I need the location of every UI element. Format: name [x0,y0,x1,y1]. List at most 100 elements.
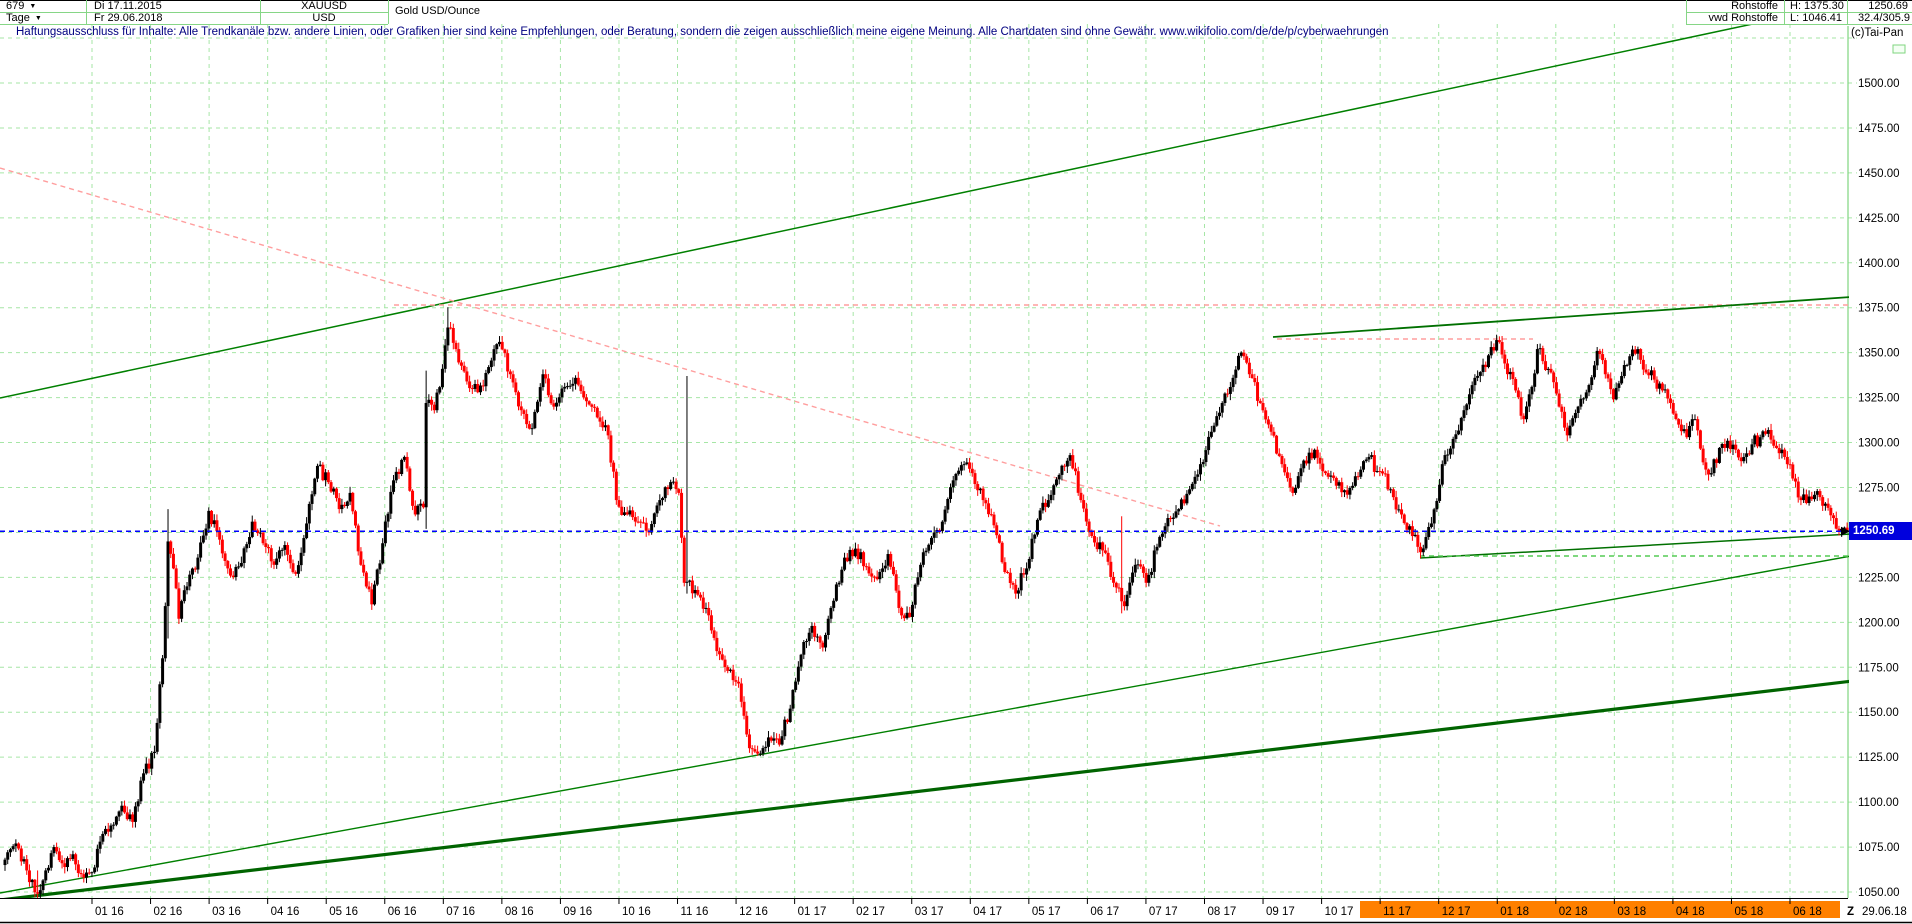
candle-body [9,849,12,852]
candle-body [1012,583,1015,585]
candle-body [829,608,832,619]
candle-body [1088,522,1091,532]
candle-body [1734,445,1737,450]
candle-body [207,511,210,529]
candle-body [669,482,672,489]
candle-body [44,870,47,880]
candle-body [960,465,963,471]
trend-line-downtrend-pink[interactable] [0,168,1220,526]
trend-line-support-thick[interactable] [0,674,1912,900]
candle-body [995,525,998,535]
y-axis-label: 1125.00 [1858,752,1899,764]
candle-body [1463,410,1466,418]
candle-body [150,753,153,769]
candle-body [1232,378,1235,387]
candle-body [194,569,197,570]
bars-count-dropdown[interactable]: 679 ▼ [6,0,84,12]
candle-body [1044,503,1047,507]
candle-body [1501,342,1504,354]
candle-body [1465,404,1468,410]
candle-body [1770,430,1773,440]
candle-body [1251,374,1254,378]
candle-body [688,580,691,581]
candle-body [1473,378,1476,385]
candle-body [1245,356,1248,362]
candle-body [433,405,436,411]
candle-body [791,690,794,709]
candle-body [1460,418,1463,431]
trend-line-support-thin[interactable] [0,556,1851,893]
period-dropdown[interactable]: Tage ▼ [6,12,84,24]
candle-body [218,531,221,539]
candle-body [245,544,248,548]
candle-body [1329,476,1332,477]
candle-body [1050,495,1053,500]
candle-body [1338,482,1341,486]
candle-body [1112,577,1115,583]
candle-body [734,680,737,682]
candle-body [1264,410,1267,419]
candle-body [1802,494,1805,500]
candle-body [378,563,381,569]
trend-line-tops-trendline[interactable] [1273,297,1851,337]
candle-body [1511,372,1514,379]
y-axis-label: 1375.00 [1858,303,1900,315]
candle-body [1164,526,1167,533]
candle-body [642,522,645,523]
candle-body [656,505,659,513]
candle-body [1213,426,1216,432]
candle-body [1683,429,1686,431]
candle-body [1194,477,1197,484]
chart-plot-area[interactable]: 01 1602 1603 1604 1605 1606 1607 1608 16… [0,0,1912,924]
candle-body [1367,457,1370,460]
candle-body [1362,461,1365,470]
x-axis-label: 06 18 [1793,906,1822,918]
grid [92,24,1790,898]
candle-body [354,511,357,525]
candle-body [6,852,9,859]
candle-body [39,890,42,894]
candle-body [107,829,110,832]
candle-body [802,642,805,655]
candle-body [1528,394,1531,406]
candle-body [1221,403,1224,413]
candle-body [289,555,292,563]
candle-body [1156,547,1159,551]
candle-body [490,361,493,368]
header-divider [1686,12,1912,13]
candle-body [240,563,243,566]
candle-body [593,407,596,408]
candle-body [1634,350,1637,354]
candle-body [987,503,990,514]
candle-body [1653,370,1656,379]
candle-body [1041,503,1044,511]
candle-body [436,393,439,411]
candle-body [539,387,542,402]
candle-body [221,540,224,554]
candle-body [1696,419,1699,430]
candle-body [536,402,539,412]
x-axis-label: 10 16 [622,906,651,918]
candle-body [675,482,678,489]
candle-body [1827,504,1830,508]
candle-body [359,551,362,564]
x-axis-label: 03 16 [212,906,241,918]
candle-body [726,667,729,671]
candle-body [607,425,610,435]
trend-lines [0,0,1912,900]
candle-body [1060,466,1063,475]
candle-body [1832,515,1835,518]
chart-corner-icon[interactable] [1893,45,1905,53]
candle-body [120,806,123,812]
trend-line-channel-top-long[interactable] [0,0,1912,398]
candle-body [599,417,602,421]
candle-body [756,752,759,754]
candle-body [696,590,699,595]
candle-body [919,565,922,577]
candle-body [1810,496,1813,499]
candle-body [1359,470,1362,477]
trend-line-lows-trendline[interactable] [1420,534,1851,558]
disclaimer-text: Haftungsausschluss für Inhalte: Alle Tre… [16,25,1389,40]
candle-body [954,474,957,480]
x-axis-label: 09 16 [563,906,592,918]
